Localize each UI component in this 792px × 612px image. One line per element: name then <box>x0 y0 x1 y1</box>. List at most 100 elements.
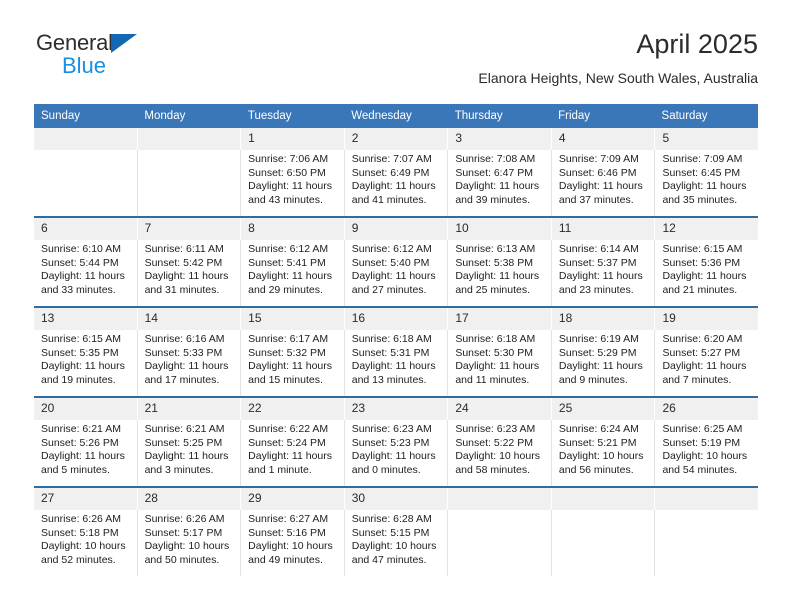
page-subtitle: Elanora Heights, New South Wales, Austra… <box>478 70 758 86</box>
sunset-text: Sunset: 5:42 PM <box>144 256 223 269</box>
day-number-9[interactable]: 9 <box>345 218 449 240</box>
sunrise-text: Sunrise: 6:22 AM <box>248 423 329 435</box>
day-cell-empty <box>655 510 758 576</box>
day-cell-19[interactable]: Sunrise: 6:20 AM Sunset: 5:27 PM Daylight:… <box>655 330 758 396</box>
general-blue-logo[interactable]: General Blue <box>36 32 166 80</box>
day-cell-26[interactable]: Sunrise: 6:25 AM Sunset: 5:19 PM Daylight:… <box>655 420 758 486</box>
day-cell-4[interactable]: Sunrise: 7:09 AM Sunset: 6:46 PM Daylight:… <box>552 150 656 216</box>
day-cell-24[interactable]: Sunrise: 6:23 AM Sunset: 5:22 PM Daylight:… <box>448 420 552 486</box>
day-number-14[interactable]: 14 <box>138 308 242 330</box>
day-cell-15[interactable]: Sunrise: 6:17 AM Sunset: 5:32 PM Daylight:… <box>241 330 345 396</box>
day-cell-29[interactable]: Sunrise: 6:27 AM Sunset: 5:16 PM Daylight:… <box>241 510 345 576</box>
day-number-11[interactable]: 11 <box>552 218 656 240</box>
day-number-18[interactable]: 18 <box>552 308 656 330</box>
day-cell-empty <box>138 150 242 216</box>
day-number-24[interactable]: 24 <box>448 398 552 420</box>
day-number-row: 13 14 15 16 17 18 19 <box>34 308 758 330</box>
daylight-text-line2: and 19 minutes. <box>41 373 116 386</box>
sunrise-text: Sunrise: 7:09 AM <box>558 153 639 165</box>
day-cell-28[interactable]: Sunrise: 6:26 AM Sunset: 5:17 PM Daylight:… <box>138 510 242 576</box>
day-number-7[interactable]: 7 <box>138 218 242 240</box>
daylight-text-line1: Daylight: 11 hours <box>351 450 436 463</box>
daylight-text-line2: and 50 minutes. <box>144 553 220 566</box>
day-cell-27[interactable]: Sunrise: 6:26 AM Sunset: 5:18 PM Daylight:… <box>34 510 138 576</box>
day-cell-18[interactable]: Sunrise: 6:19 AM Sunset: 5:29 PM Daylight:… <box>552 330 656 396</box>
day-cell-9[interactable]: Sunrise: 6:12 AM Sunset: 5:40 PM Daylight:… <box>345 240 449 306</box>
day-number-23[interactable]: 23 <box>345 398 449 420</box>
day-number-6[interactable]: 6 <box>34 218 138 240</box>
day-number-15[interactable]: 15 <box>241 308 345 330</box>
weekday-header-friday: Friday <box>558 110 591 122</box>
day-number-26[interactable]: 26 <box>655 398 758 420</box>
day-cell-5[interactable]: Sunrise: 7:09 AM Sunset: 6:45 PM Daylight:… <box>655 150 758 216</box>
day-number-17[interactable]: 17 <box>448 308 552 330</box>
day-cell-12[interactable]: Sunrise: 6:15 AM Sunset: 5:36 PM Daylight:… <box>655 240 758 306</box>
day-number-3[interactable]: 3 <box>448 128 552 150</box>
sunset-text: Sunset: 5:32 PM <box>248 346 326 359</box>
week-row: 1 2 3 4 5 Sunrise: 7:06 AM Sunset: 6:50 PM Dayl… <box>34 128 758 216</box>
sunrise-text: Sunrise: 6:15 AM <box>662 243 743 255</box>
day-number-5[interactable]: 5 <box>655 128 758 150</box>
daylight-text-line1: Daylight: 10 hours <box>558 450 644 463</box>
daylight-text-line1: Daylight: 10 hours <box>248 540 333 553</box>
day-number-21[interactable]: 21 <box>138 398 242 420</box>
sunset-text: Sunset: 6:50 PM <box>248 166 326 179</box>
day-cell-17[interactable]: Sunrise: 6:18 AM Sunset: 5:30 PM Daylight:… <box>448 330 552 396</box>
daylight-text-line1: Daylight: 11 hours <box>144 270 229 283</box>
day-number-13[interactable]: 13 <box>34 308 138 330</box>
page-title: April 2025 <box>636 29 758 59</box>
day-cell-23[interactable]: Sunrise: 6:23 AM Sunset: 5:23 PM Daylight:… <box>345 420 449 486</box>
sunset-text: Sunset: 6:46 PM <box>558 166 637 179</box>
daylight-text-line1: Daylight: 11 hours <box>248 360 333 373</box>
daylight-text-line2: and 25 minutes. <box>455 283 531 296</box>
day-cell-30[interactable]: Sunrise: 6:28 AM Sunset: 5:15 PM Daylight:… <box>345 510 449 576</box>
sunset-text: Sunset: 5:18 PM <box>41 526 119 539</box>
day-number-1[interactable]: 1 <box>241 128 345 150</box>
weekday-header-thursday: Thursday <box>454 110 503 122</box>
daylight-text-line2: and 11 minutes. <box>455 373 530 386</box>
daylight-text-line2: and 31 minutes. <box>144 283 220 296</box>
sunrise-text: Sunrise: 6:25 AM <box>662 423 743 435</box>
day-detail-row: Sunrise: 6:26 AM Sunset: 5:18 PM Daylight:… <box>34 510 758 576</box>
day-number-4[interactable]: 4 <box>552 128 656 150</box>
day-cell-20[interactable]: Sunrise: 6:21 AM Sunset: 5:26 PM Daylight:… <box>34 420 138 486</box>
day-cell-21[interactable]: Sunrise: 6:21 AM Sunset: 5:25 PM Daylight:… <box>138 420 242 486</box>
day-cell-22[interactable]: Sunrise: 6:22 AM Sunset: 5:24 PM Daylight:… <box>241 420 345 486</box>
day-cell-3[interactable]: Sunrise: 7:08 AM Sunset: 6:47 PM Daylight:… <box>448 150 552 216</box>
day-number-25[interactable]: 25 <box>552 398 656 420</box>
day-number-19[interactable]: 19 <box>655 308 758 330</box>
daylight-text-line2: and 27 minutes. <box>351 283 427 296</box>
day-number-16[interactable]: 16 <box>345 308 449 330</box>
logo-word-general: General <box>36 30 113 55</box>
day-number-2[interactable]: 2 <box>345 128 449 150</box>
page-header: General Blue April 2025 Elanora Heights,… <box>0 0 792 86</box>
weekday-header-sunday: Sunday <box>41 110 81 122</box>
sunrise-text: Sunrise: 6:16 AM <box>144 333 225 345</box>
day-cell-10[interactable]: Sunrise: 6:13 AM Sunset: 5:38 PM Daylight:… <box>448 240 552 306</box>
day-cell-1[interactable]: Sunrise: 7:06 AM Sunset: 6:50 PM Daylight:… <box>241 150 345 216</box>
day-cell-8[interactable]: Sunrise: 6:12 AM Sunset: 5:41 PM Daylight:… <box>241 240 345 306</box>
daylight-text-line2: and 52 minutes. <box>41 553 116 566</box>
day-number-29[interactable]: 29 <box>241 488 345 510</box>
day-cell-25[interactable]: Sunrise: 6:24 AM Sunset: 5:21 PM Daylight:… <box>552 420 656 486</box>
day-cell-14[interactable]: Sunrise: 6:16 AM Sunset: 5:33 PM Daylight:… <box>138 330 242 396</box>
day-cell-2[interactable]: Sunrise: 7:07 AM Sunset: 6:49 PM Daylight:… <box>345 150 449 216</box>
day-number-27[interactable]: 27 <box>34 488 138 510</box>
day-cell-6[interactable]: Sunrise: 6:10 AM Sunset: 5:44 PM Daylight:… <box>34 240 138 306</box>
day-cell-11[interactable]: Sunrise: 6:14 AM Sunset: 5:37 PM Daylight:… <box>552 240 656 306</box>
day-cell-16[interactable]: Sunrise: 6:18 AM Sunset: 5:31 PM Daylight:… <box>345 330 449 396</box>
daylight-text-line1: Daylight: 11 hours <box>455 270 540 283</box>
day-number-10[interactable]: 10 <box>448 218 552 240</box>
day-number-8[interactable]: 8 <box>241 218 345 240</box>
day-number-28[interactable]: 28 <box>138 488 242 510</box>
day-number-22[interactable]: 22 <box>241 398 345 420</box>
day-number-30[interactable]: 30 <box>345 488 449 510</box>
calendar-table: Sunday Monday Tuesday Wednesday Thursday Frid… <box>34 104 758 576</box>
day-number-20[interactable]: 20 <box>34 398 138 420</box>
day-cell-13[interactable]: Sunrise: 6:15 AM Sunset: 5:35 PM Daylight:… <box>34 330 138 396</box>
sunset-text: Sunset: 5:30 PM <box>455 346 533 359</box>
day-number-12[interactable]: 12 <box>655 218 758 240</box>
day-cell-7[interactable]: Sunrise: 6:11 AM Sunset: 5:42 PM Daylight:… <box>138 240 242 306</box>
day-detail-row: Sunrise: 7:06 AM Sunset: 6:50 PM Daylight:… <box>34 150 758 216</box>
sunset-text: Sunset: 5:41 PM <box>248 256 326 269</box>
